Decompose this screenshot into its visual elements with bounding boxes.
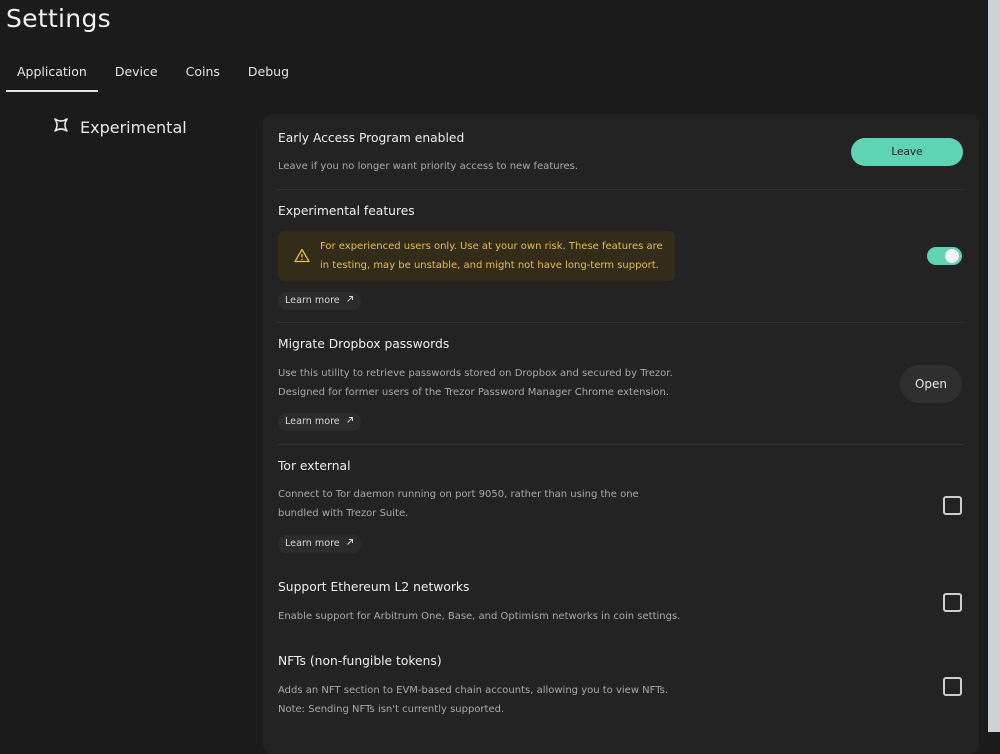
tab-device[interactable]: Device bbox=[104, 60, 169, 92]
learn-more-link[interactable]: Learn more bbox=[278, 413, 361, 431]
warning-icon bbox=[294, 248, 310, 267]
nfts-title: NFTs (non-fungible tokens) bbox=[278, 654, 442, 668]
learn-more-link[interactable]: Learn more bbox=[278, 292, 361, 310]
toggle-knob bbox=[945, 249, 959, 263]
section-heading: Experimental bbox=[52, 116, 187, 138]
early-access-title: Early Access Program enabled bbox=[278, 131, 465, 145]
tor-external-checkbox[interactable] bbox=[943, 496, 962, 515]
section-label: Experimental bbox=[80, 117, 187, 137]
learn-more-label: Learn more bbox=[285, 416, 340, 427]
page-title: Settings bbox=[6, 4, 111, 33]
tor-external-title: Tor external bbox=[278, 459, 351, 473]
external-link-icon bbox=[346, 535, 354, 553]
learn-more-label: Learn more bbox=[285, 538, 340, 549]
tor-external-description: Connect to Tor daemon running on port 90… bbox=[278, 489, 639, 519]
divider bbox=[278, 444, 964, 445]
external-link-icon bbox=[346, 292, 354, 310]
divider bbox=[278, 189, 964, 190]
experimental-features-toggle[interactable] bbox=[927, 247, 962, 265]
migrate-dropbox-title: Migrate Dropbox passwords bbox=[278, 337, 450, 351]
background-strip bbox=[988, 0, 1000, 732]
divider bbox=[278, 322, 964, 323]
tab-coins[interactable]: Coins bbox=[175, 60, 231, 92]
external-link-icon bbox=[346, 413, 354, 431]
ethereum-l2-checkbox[interactable] bbox=[943, 593, 962, 612]
ethereum-l2-title: Support Ethereum L2 networks bbox=[278, 580, 470, 594]
experimental-features-title: Experimental features bbox=[278, 204, 415, 218]
nfts-checkbox[interactable] bbox=[943, 677, 962, 696]
settings-panel: Early Access Program enabled Leave if yo… bbox=[263, 114, 979, 754]
leave-button[interactable]: Leave bbox=[851, 138, 963, 166]
experimental-icon bbox=[52, 116, 70, 138]
ethereum-l2-description: Enable support for Arbitrum One, Base, a… bbox=[278, 611, 681, 622]
warning-banner: For experienced users only. Use at your … bbox=[278, 231, 675, 281]
migrate-dropbox-description: Use this utility to retrieve passwords s… bbox=[278, 368, 673, 398]
tab-debug[interactable]: Debug bbox=[237, 60, 300, 92]
learn-more-label: Learn more bbox=[285, 295, 340, 306]
settings-tabs: Application Device Coins Debug bbox=[6, 60, 306, 94]
warning-text: For experienced users only. Use at your … bbox=[320, 241, 663, 271]
nfts-description-line2: Note: Sending NFTs isn't currently suppo… bbox=[278, 704, 505, 715]
learn-more-link[interactable]: Learn more bbox=[278, 535, 361, 553]
open-button[interactable]: Open bbox=[900, 365, 962, 403]
early-access-description: Leave if you no longer want priority acc… bbox=[278, 161, 579, 172]
nfts-description-line1: Adds an NFT section to EVM-based chain a… bbox=[278, 685, 669, 696]
tab-application[interactable]: Application bbox=[6, 60, 98, 92]
settings-window: Settings Application Device Coins Debug … bbox=[0, 0, 988, 754]
